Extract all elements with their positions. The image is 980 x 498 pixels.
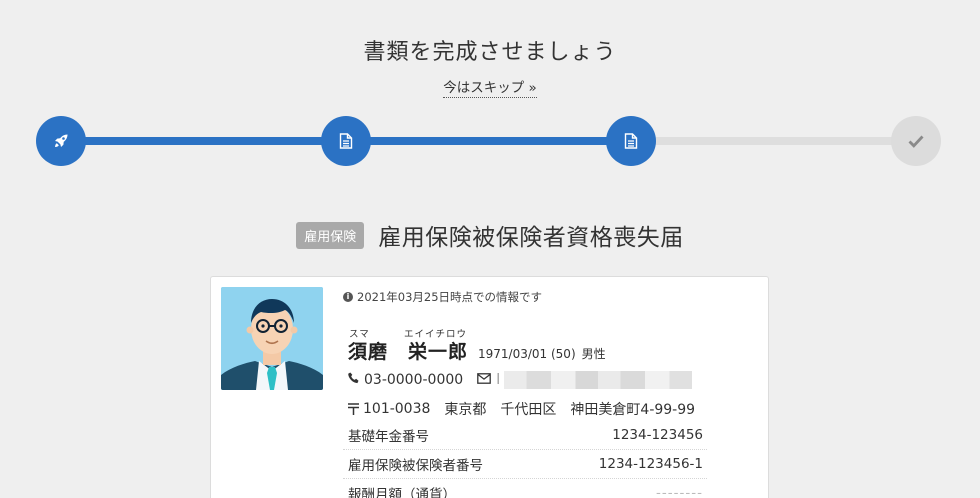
document-header: 雇用保険 雇用保険被保険者資格喪失届 xyxy=(0,218,980,252)
phone-icon xyxy=(348,372,359,388)
employee-card: i 2021年03月25日時点での情報です スマ エイイチロウ 須磨 栄一郎 19… xyxy=(210,276,769,498)
postal-code: 101-0038 xyxy=(363,401,431,417)
employee-avatar xyxy=(221,287,323,390)
email-redacted xyxy=(504,371,693,389)
row-value: 1234-123456-1 xyxy=(598,456,703,472)
document-icon xyxy=(624,133,638,149)
table-row: 報酬月額（通貨） -------- xyxy=(343,479,707,498)
skip-link-wrapper: 今はスキップ » xyxy=(0,76,980,98)
gender: 男性 xyxy=(581,347,606,361)
address-row: 101-0038 東京都 千代田区 神田美倉町4-99-99 xyxy=(348,399,695,419)
step-2[interactable] xyxy=(321,116,371,166)
table-row: 雇用保険被保険者番号 1234-123456-1 xyxy=(343,450,707,479)
page-title: 書類を完成させましょう xyxy=(363,40,617,65)
step-1[interactable] xyxy=(36,116,86,166)
email-icon xyxy=(477,372,492,388)
rocket-icon xyxy=(55,134,68,147)
check-icon xyxy=(908,135,924,148)
birth-date: 1971/03/01 (50) xyxy=(478,347,576,361)
document-icon xyxy=(339,133,353,149)
contact-row: 03-0000-0000 l xyxy=(348,371,693,389)
employee-name: 須磨 栄一郎 xyxy=(348,341,469,363)
address-street: 神田美倉町4-99-99 xyxy=(570,402,696,418)
row-label: 報酬月額（通貨） xyxy=(348,487,456,498)
row-value: 1234-123456 xyxy=(612,427,703,443)
postal-mark-icon xyxy=(348,403,359,415)
row-label: 雇用保険被保険者番号 xyxy=(348,458,483,474)
progress-stepper xyxy=(36,116,942,166)
document-title: 雇用保険被保険者資格喪失届 xyxy=(378,225,684,251)
row-label: 基礎年金番号 xyxy=(348,429,429,445)
row-value: -------- xyxy=(656,485,703,498)
step-4[interactable] xyxy=(891,116,941,166)
category-badge: 雇用保険 xyxy=(296,221,365,249)
table-row: 基礎年金番号 1234-123456 xyxy=(343,421,707,450)
skip-link[interactable]: 今はスキップ » xyxy=(443,80,537,98)
name-row: 須磨 栄一郎 1971/03/01 (50) 男性 xyxy=(348,337,606,364)
phone-number: 03-0000-0000 xyxy=(364,372,464,388)
info-icon: i xyxy=(343,292,353,302)
info-note: i 2021年03月25日時点での情報です xyxy=(343,289,542,305)
detail-table: 基礎年金番号 1234-123456 雇用保険被保険者番号 1234-12345… xyxy=(343,421,707,498)
info-note-text: 2021年03月25日時点での情報です xyxy=(357,290,543,304)
address-prefecture: 東京都 xyxy=(444,402,487,418)
address-city: 千代田区 xyxy=(500,402,557,418)
progress-track-remaining xyxy=(631,137,917,145)
email-prefix: l xyxy=(496,372,501,388)
step-3[interactable] xyxy=(606,116,656,166)
